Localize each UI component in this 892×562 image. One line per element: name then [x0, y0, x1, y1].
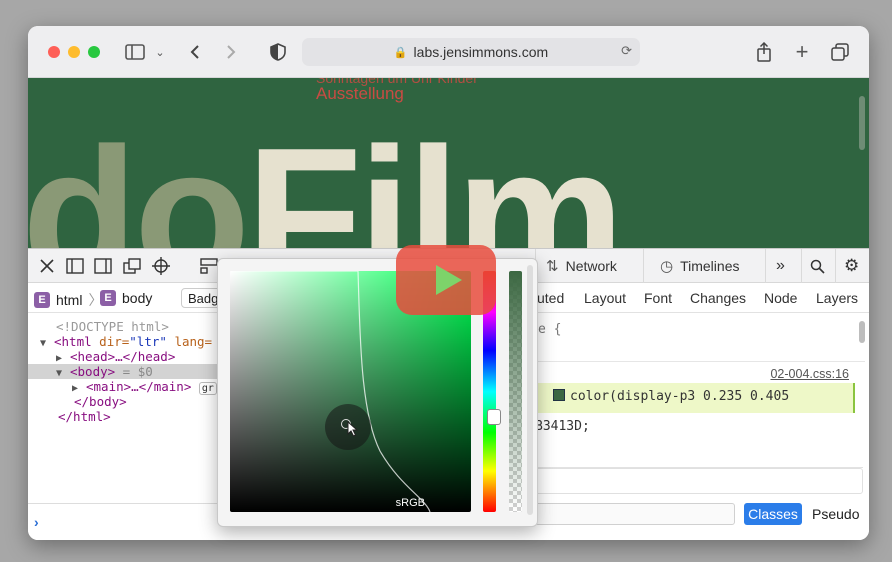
chevron-down-icon[interactable]: ⌄	[154, 40, 166, 64]
share-icon[interactable]	[754, 40, 774, 64]
mouse-pointer-icon	[347, 420, 359, 441]
tab-timelines[interactable]: ◷ Timelines	[643, 249, 763, 283]
styles-filter-row	[535, 467, 863, 494]
new-tab-icon[interactable]: +	[792, 39, 812, 64]
tab-network[interactable]: ⇅ Network	[535, 249, 643, 283]
dock-right-icon[interactable]	[92, 255, 114, 277]
gear-icon[interactable]: ⚙	[835, 249, 869, 283]
style-source-link[interactable]: 02-004.css:16	[770, 367, 849, 381]
alpha-slider[interactable]	[509, 271, 522, 512]
play-button[interactable]	[396, 245, 496, 315]
browser-toolbar: ⌄ 🔒 labs.jensimmons.com ⟳ +	[28, 26, 869, 78]
network-icon: ⇅	[546, 258, 559, 275]
dom-node-head[interactable]: ▶ <head>…</head>	[56, 349, 175, 364]
play-icon	[436, 265, 462, 295]
hue-slider-handle[interactable]	[487, 409, 501, 425]
crosshair-icon[interactable]	[150, 255, 172, 277]
picker-scrollbar[interactable]	[527, 265, 533, 515]
style-color-declaration[interactable]: color(display-p3 0.235 0.405	[553, 389, 789, 404]
dock-bottom-icon[interactable]	[64, 255, 86, 277]
dom-node-html[interactable]: ▼ <html dir="ltr" lang=	[40, 334, 212, 349]
lock-icon: 🔒	[393, 46, 408, 59]
dom-node-body-close[interactable]: </body>	[74, 394, 127, 409]
minimize-window-button[interactable]	[68, 46, 80, 58]
breadcrumb-label: html	[56, 292, 83, 308]
tab-overview-icon[interactable]	[830, 40, 850, 64]
page-link-text[interactable]: Ausstellung	[316, 84, 404, 104]
tab-network-label: Network	[565, 258, 617, 274]
styles-scrollbar[interactable]	[859, 321, 865, 343]
timelines-icon: ◷	[660, 258, 674, 275]
undock-icon[interactable]	[121, 255, 143, 277]
element-tag-icon: E	[34, 292, 50, 308]
grid-badge[interactable]: gr	[198, 382, 217, 395]
tab-layers[interactable]: Layers	[816, 290, 858, 306]
console-prompt-icon: ›	[34, 514, 39, 530]
classes-button[interactable]: Classes	[744, 503, 802, 525]
disclosure-open-icon[interactable]: ▼	[56, 366, 70, 381]
sidebar-toggle-icon[interactable]	[124, 40, 146, 64]
disclosure-open-icon[interactable]: ▼	[40, 336, 54, 351]
close-icon[interactable]	[38, 255, 56, 277]
color-swatch[interactable]	[553, 389, 565, 401]
dom-node-body[interactable]: ▼ <body> = $0	[28, 364, 218, 379]
shield-icon[interactable]	[268, 40, 288, 64]
element-tag-icon: E	[100, 290, 116, 306]
breadcrumb-body[interactable]: E body	[100, 290, 152, 306]
forward-icon[interactable]	[222, 40, 240, 64]
style-divider	[535, 361, 865, 362]
style-hex-declaration[interactable]: B3413D;	[535, 419, 590, 434]
hero-faded-text: do	[28, 109, 250, 248]
color-picker-handle[interactable]	[325, 404, 371, 450]
close-window-button[interactable]	[48, 46, 60, 58]
dom-node-main[interactable]: ▶ <main>…</main> gr	[72, 379, 217, 395]
styles-panel: e { 02-004.css:16 color(display-p3 0.235…	[535, 315, 869, 470]
search-icon[interactable]	[801, 249, 835, 283]
back-icon[interactable]	[186, 40, 204, 64]
breadcrumb-html[interactable]: E html 〉	[34, 290, 102, 310]
gamut-label: sRGB	[395, 497, 425, 509]
tab-node[interactable]: Node	[764, 290, 797, 306]
tab-font[interactable]: Font	[644, 290, 672, 306]
console-prompt-bar[interactable]: ›	[28, 503, 218, 540]
tab-changes[interactable]: Changes	[690, 290, 746, 306]
dom-node-doctype[interactable]: <!DOCTYPE html>	[56, 319, 169, 334]
dom-node-html-close[interactable]: </html>	[58, 409, 111, 424]
tab-timelines-label: Timelines	[680, 258, 740, 274]
hero-main-text: Film	[246, 109, 625, 248]
web-page-content: Sonntagen um Uhr Kinder Ausstellung doFi…	[28, 78, 869, 248]
tab-layout[interactable]: Layout	[584, 290, 626, 306]
translate-icon[interactable]: ⟳	[621, 43, 632, 59]
url-text: labs.jensimmons.com	[413, 44, 549, 60]
style-rule-selector: e {	[538, 322, 562, 337]
pseudo-button[interactable]: Pseudo	[812, 503, 859, 525]
styles-input-box[interactable]	[535, 468, 863, 494]
page-scrollbar[interactable]	[859, 96, 865, 150]
more-tabs-icon[interactable]: »	[765, 249, 801, 283]
page-hero-title: doFilm	[28, 120, 625, 248]
address-bar[interactable]: 🔒 labs.jensimmons.com ⟳	[302, 38, 640, 66]
maximize-window-button[interactable]	[88, 46, 100, 58]
filter-input[interactable]	[535, 503, 735, 525]
breadcrumb-label: body	[122, 290, 153, 306]
tab-computed[interactable]: uted	[537, 290, 564, 306]
